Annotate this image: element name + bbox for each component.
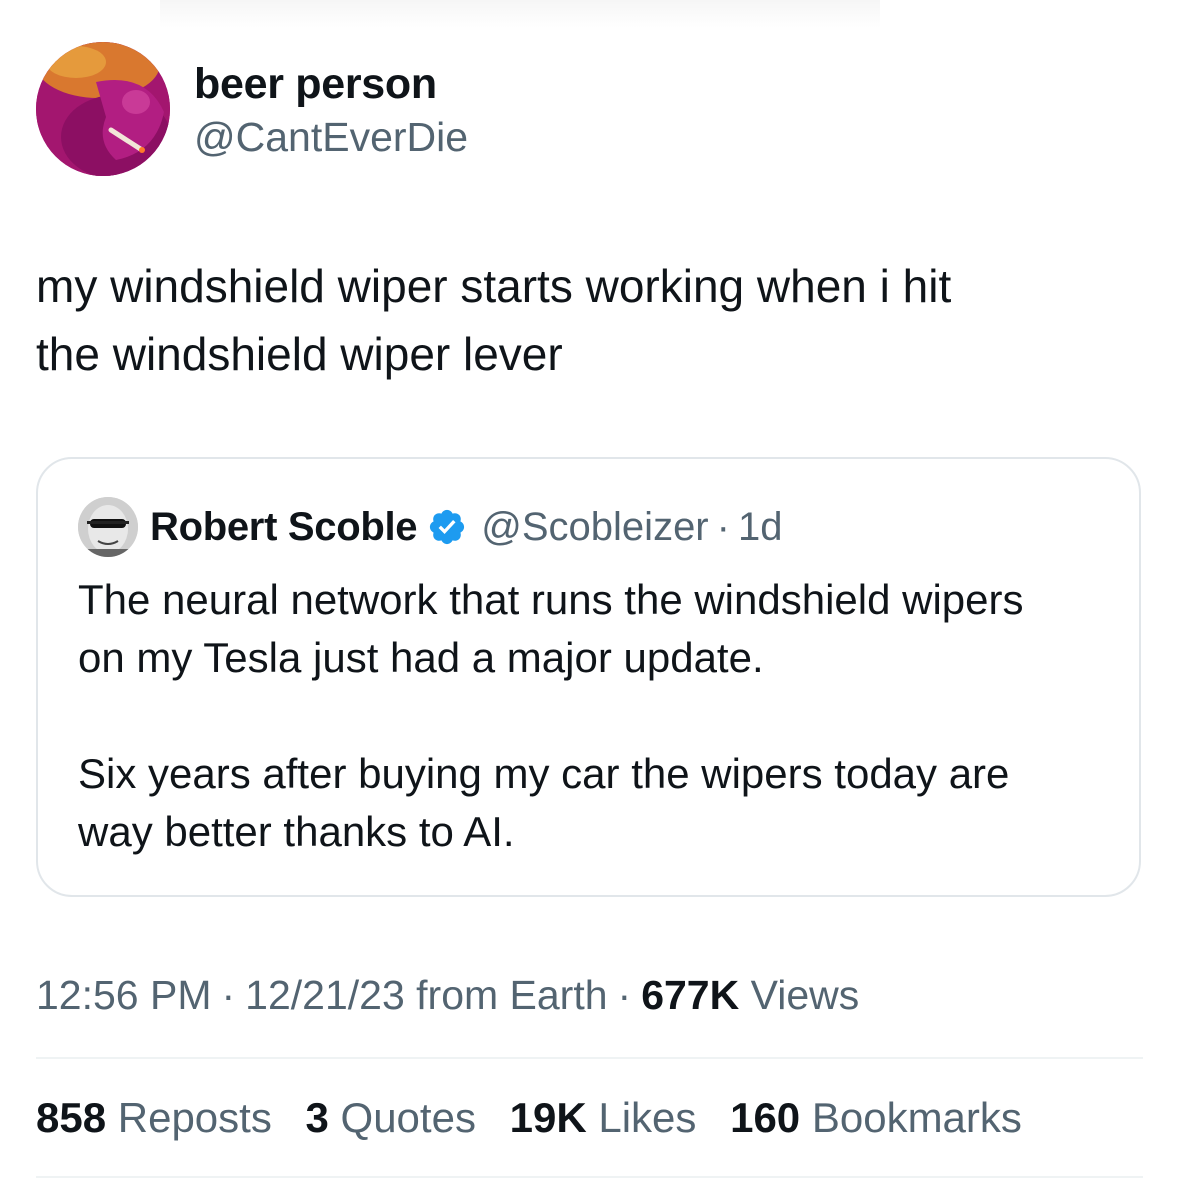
- quoted-paragraph: Six years after buying my car the wipers…: [78, 745, 1118, 861]
- likes-count: 19K: [509, 1094, 587, 1141]
- quoted-text-line: way better thanks to AI.: [78, 808, 515, 855]
- author-display-name[interactable]: beer person: [194, 58, 437, 110]
- reposts-label: Reposts: [117, 1094, 272, 1141]
- quotes-label: Quotes: [340, 1094, 476, 1141]
- quoted-tweet-header: Robert Scoble @Scobleizer · 1d: [78, 495, 782, 559]
- separator-dot: ·: [221, 972, 236, 1018]
- quoted-text-line: Six years after buying my car the wipers…: [78, 750, 1010, 797]
- quoted-author-name[interactable]: Robert Scoble: [150, 505, 418, 550]
- views-label: Views: [750, 972, 860, 1018]
- quoted-tweet-time[interactable]: 1d: [738, 505, 783, 550]
- tweet-time[interactable]: 12:56 PM: [36, 972, 212, 1018]
- bookmarks-label: Bookmarks: [811, 1094, 1022, 1141]
- likes-stat[interactable]: 19K Likes: [510, 1090, 697, 1146]
- divider: [36, 1057, 1143, 1059]
- likes-label: Likes: [598, 1094, 697, 1141]
- purple-cartoon-avatar-icon: [36, 42, 170, 176]
- quoted-text-line: on my Tesla just had a major update.: [78, 634, 764, 681]
- quoted-tweet-card[interactable]: Robert Scoble @Scobleizer · 1d The neura…: [36, 457, 1141, 897]
- separator-dot: ·: [617, 972, 632, 1018]
- separator-dot: ·: [716, 504, 730, 549]
- author-avatar[interactable]: [36, 42, 170, 176]
- quoted-author-handle[interactable]: @Scobleizer: [481, 505, 708, 550]
- reposts-stat[interactable]: 858 Reposts: [36, 1090, 272, 1146]
- engagement-stats: 858 Reposts 3 Quotes 19K Likes 160 Bookm…: [36, 1090, 1044, 1146]
- divider: [36, 1176, 1143, 1178]
- quoted-author-avatar[interactable]: [78, 497, 138, 557]
- verified-badge-icon: [427, 507, 467, 547]
- bookmarks-stat[interactable]: 160 Bookmarks: [730, 1090, 1022, 1146]
- tweet-detail: beer person @CantEverDie my windshield w…: [0, 0, 1179, 1188]
- bald-man-sunglasses-avatar-icon: [78, 497, 138, 557]
- quotes-count: 3: [305, 1094, 329, 1141]
- quoted-paragraph: The neural network that runs the windshi…: [78, 571, 1118, 687]
- views-count: 677K: [641, 972, 740, 1018]
- tweet-text: my windshield wiper starts working when …: [36, 252, 1136, 388]
- top-shadow: [160, 0, 880, 28]
- quoted-text-line: The neural network that runs the windshi…: [78, 576, 1024, 623]
- tweet-text-line: my windshield wiper starts working when …: [36, 260, 952, 312]
- tweet-date-source[interactable]: 12/21/23 from Earth: [245, 972, 607, 1018]
- bookmarks-count: 160: [730, 1094, 801, 1141]
- reposts-count: 858: [36, 1094, 107, 1141]
- tweet-meta: 12:56 PM · 12/21/23 from Earth · 677K Views: [36, 968, 859, 1022]
- quotes-stat[interactable]: 3 Quotes: [306, 1090, 476, 1146]
- tweet-text-line: the windshield wiper lever: [36, 328, 563, 380]
- quoted-tweet-text: The neural network that runs the windshi…: [78, 571, 1118, 861]
- author-handle[interactable]: @CantEverDie: [194, 112, 468, 162]
